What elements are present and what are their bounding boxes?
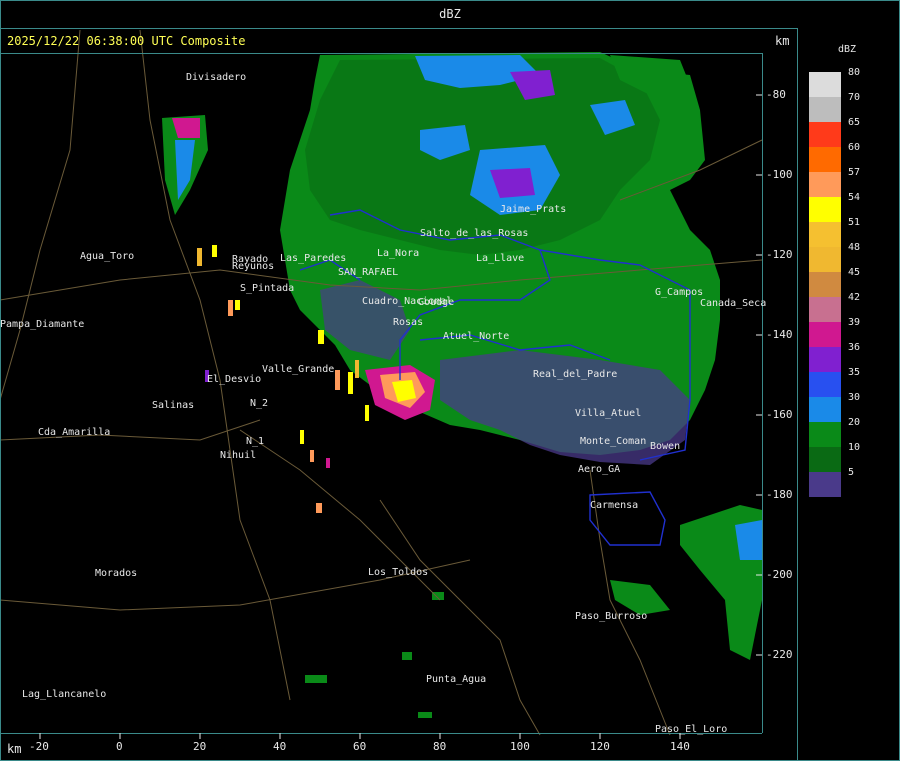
legend-swatch xyxy=(809,72,841,97)
place-label: G_Campos xyxy=(655,287,704,298)
place-label: Bowen xyxy=(650,441,681,452)
window-title: dBZ xyxy=(439,7,461,21)
place-label: Paso_El_Loro xyxy=(655,724,728,735)
legend-swatch xyxy=(809,347,841,372)
place-label: S_Pintada xyxy=(240,283,295,294)
y-tick-label: -180 xyxy=(766,488,793,501)
x-tick-label: -20 xyxy=(29,740,49,753)
y-tick-label: -200 xyxy=(766,568,793,581)
x-tick-label: 40 xyxy=(273,740,287,753)
legend-swatch xyxy=(809,447,841,472)
place-label: Canada_Seca xyxy=(700,298,767,309)
place-label: Lag_Llancanelo xyxy=(22,689,107,700)
legend-swatch xyxy=(809,97,841,122)
y-axis-unit: km xyxy=(775,34,790,48)
place-label: Nihuil xyxy=(220,450,257,461)
place-label: La_Nora xyxy=(377,248,420,259)
y-tick-label: -220 xyxy=(766,648,793,661)
place-label: La_Llave xyxy=(476,253,525,264)
x-tick-label: 100 xyxy=(510,740,530,753)
place-label: Reyunos xyxy=(232,261,275,272)
legend-swatch xyxy=(809,147,841,172)
legend-label: 45 xyxy=(848,267,861,278)
x-axis-unit: km xyxy=(7,742,22,756)
legend-swatch xyxy=(809,272,841,297)
place-label: Valle_Grande xyxy=(262,364,335,375)
legend-label: 36 xyxy=(848,342,861,353)
place-label: Punta_Agua xyxy=(426,674,487,685)
y-tick-label: -160 xyxy=(766,408,793,421)
place-label: N_1 xyxy=(246,436,265,447)
legend-label: 35 xyxy=(848,367,861,378)
legend-label: 60 xyxy=(848,142,861,153)
place-label: Real_del_Padre xyxy=(533,369,618,380)
place-label: Villa_Atuel xyxy=(575,408,642,419)
x-tick-label: 140 xyxy=(670,740,690,753)
legend-swatch xyxy=(809,197,841,222)
place-label: Paso_Burroso xyxy=(575,611,648,622)
y-tick-label: -120 xyxy=(766,248,793,261)
legend-label: 57 xyxy=(848,167,861,178)
place-label: Salinas xyxy=(152,400,195,411)
legend-label: 54 xyxy=(848,192,861,203)
legend-swatch xyxy=(809,297,841,322)
x-tick-label: 60 xyxy=(353,740,367,753)
x-tick-label: 80 xyxy=(433,740,447,753)
legend-swatch xyxy=(809,397,841,422)
legend-label: 48 xyxy=(848,242,861,253)
legend-label: 65 xyxy=(848,117,861,128)
x-tick-label: 20 xyxy=(193,740,207,753)
place-label: Carmensa xyxy=(590,500,639,511)
legend-label: 39 xyxy=(848,317,861,328)
x-tick-label: 0 xyxy=(116,740,123,753)
legend-label: 20 xyxy=(848,417,861,428)
y-tick-label: -100 xyxy=(766,168,793,181)
legend-swatch xyxy=(809,472,841,497)
place-label: Pampa_Diamante xyxy=(0,319,85,330)
place-label: Aero_GA xyxy=(578,464,621,475)
legend-swatch xyxy=(809,322,841,347)
y-tick-label: -80 xyxy=(766,88,786,101)
legend-swatch xyxy=(809,372,841,397)
legend-label: 30 xyxy=(848,392,861,403)
place-label: N_2 xyxy=(250,398,269,409)
legend-label: 51 xyxy=(848,217,861,228)
legend-label: 10 xyxy=(848,442,861,453)
place-label: Las_Paredes xyxy=(280,253,347,264)
timestamp-label: 2025/12/22 06:38:00 UTC Composite xyxy=(7,34,246,48)
place-label: Atuel_Norte xyxy=(443,331,510,342)
place-label: Divisadero xyxy=(186,72,247,83)
legend-swatch xyxy=(809,422,841,447)
place-label: SAN_RAFAEL xyxy=(338,267,399,278)
place-label: Morados xyxy=(95,568,138,579)
y-tick-label: -140 xyxy=(766,328,793,341)
place-label: Agua_Toro xyxy=(80,251,135,262)
legend-label: 80 xyxy=(848,67,861,78)
legend-title: dBZ xyxy=(838,44,857,55)
place-label: Salto_de_las_Rosas xyxy=(420,228,529,239)
place-label: Goudge xyxy=(418,297,455,308)
legend-swatch xyxy=(809,172,841,197)
legend-swatch xyxy=(809,247,841,272)
place-label: Los_Toldos xyxy=(368,567,429,578)
place-label: El_Desvio xyxy=(207,374,262,385)
place-label: Rosas xyxy=(393,317,424,328)
x-tick-label: 120 xyxy=(590,740,610,753)
place-label: Monte_Coman xyxy=(580,436,647,447)
legend-swatch xyxy=(809,122,841,147)
place-label: Cda_Amarilla xyxy=(38,427,111,438)
legend-label: 42 xyxy=(848,292,861,303)
legend-swatch xyxy=(809,222,841,247)
radar-map[interactable] xyxy=(0,0,900,761)
legend-label: 70 xyxy=(848,92,861,103)
place-label: Jaime_Prats xyxy=(500,204,567,215)
legend-label: 5 xyxy=(848,467,855,478)
